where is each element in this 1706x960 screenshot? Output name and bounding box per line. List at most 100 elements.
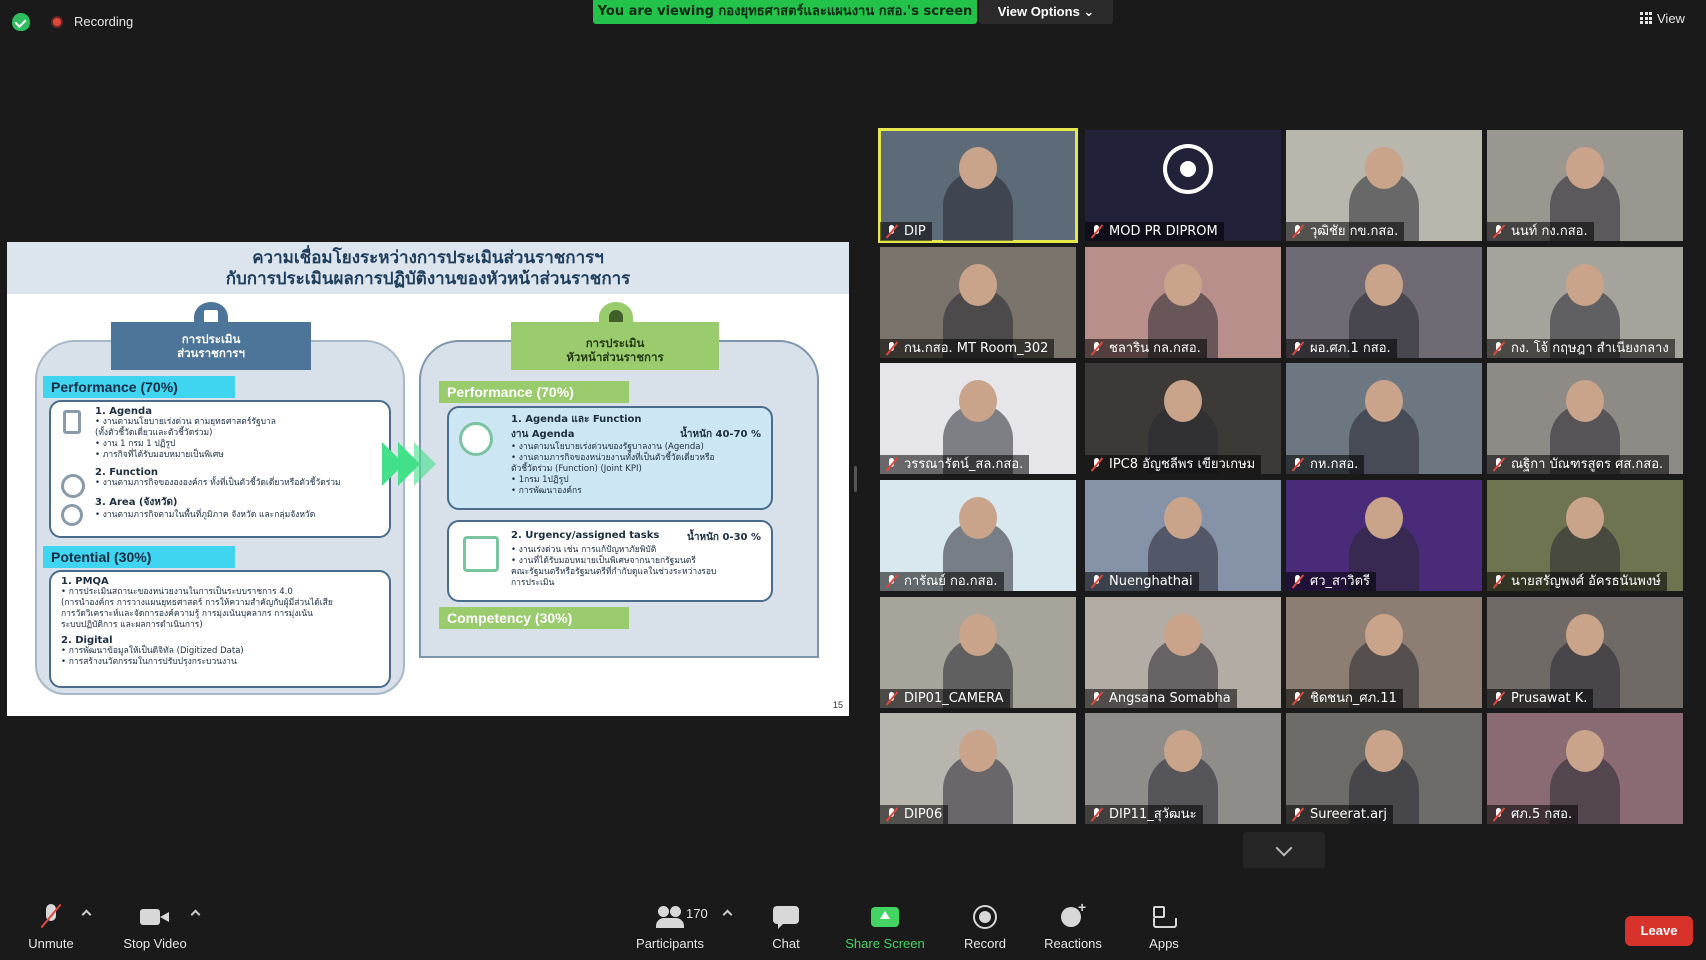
- muted-microphone-icon: [886, 342, 898, 355]
- record-button[interactable]: Record: [960, 904, 1010, 951]
- participant-video-tile[interactable]: Sureerat.arj: [1286, 713, 1482, 824]
- pmqa-text-3: การวัดวิเคราะห์และจัดการองค์ความรู้ การม…: [61, 609, 313, 619]
- participant-video-tile[interactable]: ศว_สาวิตรี: [1286, 480, 1482, 591]
- video-options-caret[interactable]: [190, 909, 201, 920]
- left-potential-tag: Potential (30%): [43, 546, 235, 568]
- muted-microphone-icon: [1493, 808, 1505, 821]
- right-heading-line2: หัวหน้าส่วนราชการ: [566, 350, 664, 364]
- participant-head: [1566, 380, 1604, 422]
- reactions-button[interactable]: Reactions: [1042, 899, 1104, 951]
- participant-name-label: กน.กสอ. MT Room_302: [880, 339, 1055, 358]
- participant-video-tile[interactable]: Prusawat K.: [1487, 597, 1683, 708]
- audio-options-caret[interactable]: [81, 909, 92, 920]
- participant-video-tile[interactable]: ณฐิกา บัณฑรสูตร ศส.กสอ.: [1487, 363, 1683, 474]
- security-shield-icon[interactable]: [12, 13, 30, 31]
- stop-video-label: Stop Video: [123, 936, 187, 951]
- muted-microphone-icon: [1292, 692, 1304, 705]
- participant-name-label: ณฐิกา บัณฑรสูตร ศส.กสอ.: [1487, 455, 1670, 474]
- view-options-button[interactable]: View Options ⌄: [979, 0, 1113, 24]
- participant-head: [1566, 147, 1604, 189]
- participant-head: [1164, 614, 1202, 656]
- participant-video-tile[interactable]: นนท์ กง.กสอ.: [1487, 130, 1683, 241]
- agenda-text-2: (ทั้งตัวชี้วัดเดี่ยวและตัวชี้วัดร่วม): [95, 428, 213, 438]
- target-icon-right: [459, 422, 493, 456]
- reactions-label: Reactions: [1044, 936, 1102, 951]
- muted-microphone-icon: [1091, 225, 1103, 238]
- participant-video-tile[interactable]: กห.กสอ.: [1286, 363, 1482, 474]
- participant-video-tile[interactable]: กง. โจ้ กฤษฎา สำเนียงกลาง: [1487, 247, 1683, 358]
- right-urgency-text-2: • งานที่ได้รับมอบหมายเป็นพิเศษจากนายกรัฐ…: [511, 556, 696, 566]
- reactions-smiley-icon: [1060, 899, 1086, 930]
- participant-head: [1365, 497, 1403, 539]
- unmute-button[interactable]: Unmute: [24, 904, 78, 951]
- muted-microphone-icon: [1292, 575, 1304, 588]
- area-heading: 3. Area (จังหวัด): [95, 497, 178, 508]
- right-agenda-text-3: ตัวชี้วัดร่วม (Function) (Joint KPI): [511, 464, 642, 474]
- left-performance-tag: Performance (70%): [43, 376, 235, 398]
- participant-video-tile[interactable]: DIP11_สุวัฒนะ: [1085, 713, 1281, 824]
- right-panel-heading: การประเมิน หัวหน้าส่วนราชการ: [511, 322, 719, 370]
- view-label: View: [1657, 11, 1685, 26]
- slide-title: ความเชื่อมโยงระหว่างการประเมินส่วนราชการ…: [7, 248, 849, 290]
- gallery-next-page-button[interactable]: [1243, 832, 1325, 868]
- participant-video-tile[interactable]: วรรณารัตน์_สล.กสอ.: [880, 363, 1076, 474]
- globe-icon: [61, 504, 83, 526]
- participant-video-tile[interactable]: วุฒิชัย กข.กสอ.: [1286, 130, 1482, 241]
- participant-head: [959, 264, 997, 306]
- participant-count: 170: [686, 906, 708, 921]
- participant-video-tile[interactable]: ศภ.5 กสอ.: [1487, 713, 1683, 824]
- participant-video-tile[interactable]: DIP06: [880, 713, 1076, 824]
- participant-video-tile[interactable]: DIP01_CAMERA: [880, 597, 1076, 708]
- apps-button[interactable]: Apps: [1146, 904, 1182, 951]
- participant-name-label: MOD PR DIPROM: [1085, 222, 1224, 241]
- chat-button[interactable]: Chat: [764, 904, 808, 951]
- participant-video-tile[interactable]: DIP: [878, 128, 1078, 243]
- chat-label: Chat: [772, 936, 800, 951]
- tasks-icon: [463, 536, 499, 572]
- shared-screen-slide: ความเชื่อมโยงระหว่างการประเมินส่วนราชการ…: [7, 242, 849, 716]
- participant-head: [959, 497, 997, 539]
- grid-view-icon: [1640, 12, 1652, 24]
- participants-label: Participants: [636, 936, 704, 951]
- right-agenda-text-1: • งานตามนโยบายเร่งด่วนของรัฐบาลงาน (Agen…: [511, 442, 704, 452]
- muted-microphone-icon: [1091, 575, 1103, 588]
- muted-microphone-icon: [1091, 808, 1103, 821]
- right-urgency-heading: 2. Urgency/assigned tasks: [511, 530, 660, 541]
- leave-meeting-button[interactable]: Leave: [1625, 916, 1693, 946]
- participant-video-tile[interactable]: ผอ.ศภ.1 กสอ.: [1286, 247, 1482, 358]
- function-heading: 2. Function: [95, 467, 158, 478]
- muted-microphone-icon: [886, 808, 898, 821]
- participant-head: [959, 380, 997, 422]
- participant-video-tile[interactable]: ชิดชนก_ศภ.11: [1286, 597, 1482, 708]
- share-screen-button[interactable]: Share Screen: [844, 904, 926, 951]
- participant-head: [959, 614, 997, 656]
- participant-head: [1566, 264, 1604, 306]
- muted-microphone-icon: [1292, 458, 1304, 471]
- right-urgency-row: 2. Urgency/assigned tasks น้ำหนัก 0-30 %: [511, 530, 761, 545]
- participant-video-tile[interactable]: MOD PR DIPROM: [1085, 130, 1281, 241]
- muted-microphone-icon: [886, 225, 898, 238]
- participant-video-tile[interactable]: Angsana Somabha: [1085, 597, 1281, 708]
- right-agenda-text-2: • งานตามภารกิจของหน่วยงานทั้งที่เป็นตัวช…: [511, 453, 715, 463]
- participant-video-tile[interactable]: Nuenghathai: [1085, 480, 1281, 591]
- stop-video-button[interactable]: Stop Video: [118, 904, 192, 951]
- participant-video-tile[interactable]: IPC8 อัญชลีพร เขียวเกษม: [1085, 363, 1281, 474]
- participant-name-label: นายสรัญพงศ์ อัครธนันพงษ์: [1487, 572, 1667, 591]
- left-potential-box: 1. PMQA • การประเมินสถานะของหน่วยงานในกา…: [49, 570, 391, 688]
- participant-video-tile[interactable]: การัณย์ กอ.กสอ.: [880, 480, 1076, 591]
- right-competency-tag: Competency (30%): [439, 607, 629, 629]
- participants-options-caret[interactable]: [722, 909, 733, 920]
- muted-microphone-icon: [1493, 692, 1505, 705]
- participant-video-tile[interactable]: กน.กสอ. MT Room_302: [880, 247, 1076, 358]
- view-layout-button[interactable]: View: [1640, 11, 1685, 26]
- participant-name-label: Angsana Somabha: [1085, 689, 1237, 708]
- participant-video-tile[interactable]: นายสรัญพงศ์ อัครธนันพงษ์: [1487, 480, 1683, 591]
- muted-microphone-icon: [1292, 225, 1304, 238]
- panel-splitter-handle[interactable]: [854, 466, 857, 492]
- recording-icon: [51, 16, 63, 28]
- document-icon: [63, 410, 81, 434]
- record-icon: [973, 904, 997, 930]
- participant-video-tile[interactable]: ชลาริน กล.กสอ.: [1085, 247, 1281, 358]
- right-agenda-sub: งาน Agenda: [511, 429, 575, 440]
- pmqa-text-2: (การนำองค์กร การวางแผนยุทธศาสตร์ การให้ค…: [61, 598, 333, 608]
